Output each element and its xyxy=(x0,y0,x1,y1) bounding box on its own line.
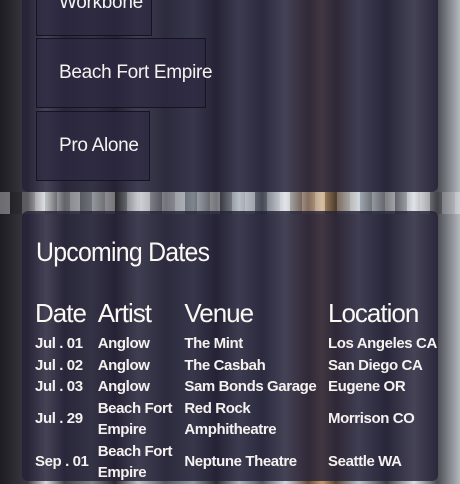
cell-date: Jul . 03 xyxy=(35,378,83,395)
cell-location: Los Angeles CA xyxy=(328,335,437,352)
section-title: Upcoming Dates xyxy=(36,237,210,267)
cell-artist: Anglow xyxy=(98,355,185,377)
cell-venue: The Casbah xyxy=(184,355,328,377)
cell-venue-line: Amphitheatre xyxy=(184,421,277,438)
upcoming-dates-panel: Upcoming Dates Date Artist Venue Locatio… xyxy=(22,211,438,481)
table-row: Jul . 29 Beach Fort Empire Red Rock Amphithe… xyxy=(35,398,438,441)
dates-table-body: Jul . 01 Anglow The Mint Los Angeles CA Jul … xyxy=(35,331,438,484)
album-button-workbone[interactable]: Workbone xyxy=(36,0,152,36)
table-row: Jul . 03 Anglow Sam Bonds Garage Eugene OR xyxy=(35,376,438,398)
cell-date: Sep . 01 xyxy=(35,453,89,471)
cell-venue-line: Neptune Theatre xyxy=(184,453,297,471)
cell-venue: Neptune Theatre xyxy=(184,441,328,484)
cell-artist: Beach Fort Empire xyxy=(98,441,185,484)
cell-venue-line: Sam Bonds Garage xyxy=(184,378,317,395)
cell-artist: Anglow xyxy=(98,376,185,398)
cell-artist-line: Beach Fort xyxy=(97,442,173,460)
album-button-label: Workbone xyxy=(59,0,143,13)
table-header-row: Date Artist Venue Location xyxy=(35,287,438,331)
album-button-beach-fort-empire[interactable]: Beach Fort Empire xyxy=(36,38,213,108)
cell-artist-line: Beach Fort xyxy=(97,399,173,417)
cell-location: Seattle WA xyxy=(328,453,402,471)
cell-artist: Anglow xyxy=(98,331,185,355)
column-header-venue: Venue xyxy=(184,298,254,328)
column-header-artist: Artist xyxy=(97,298,152,328)
cell-location: Eugene OR xyxy=(328,378,406,395)
cell-artist-line: Anglow xyxy=(97,335,150,352)
table-row: Sep . 01 Beach Fort Empire Neptune Theatre S… xyxy=(35,441,438,484)
cell-artist-line: Empire xyxy=(97,421,147,438)
cell-venue-line: Red Rock xyxy=(184,399,251,417)
dates-table: Date Artist Venue Location Jul . 01 Anglo… xyxy=(35,287,438,484)
cell-location: Morrison CO xyxy=(328,410,415,428)
albums-panel: Workbone Beach Fort Empire Pro Alone xyxy=(22,0,438,192)
cell-artist: Beach Fort Empire xyxy=(98,398,185,441)
cell-date: Jul . 02 xyxy=(35,356,83,374)
cell-venue-line: The Casbah xyxy=(184,356,266,374)
cell-artist-line: Anglow xyxy=(97,356,150,374)
album-button-label: Beach Fort Empire xyxy=(59,62,213,83)
cell-location: San Diego CA xyxy=(328,356,423,374)
table-row: Jul . 01 Anglow The Mint Los Angeles CA xyxy=(35,331,438,355)
cell-date: Jul . 29 xyxy=(35,410,83,428)
cell-venue: The Mint xyxy=(184,331,328,355)
cell-venue: Sam Bonds Garage xyxy=(184,376,328,398)
cell-artist-line: Anglow xyxy=(97,378,150,395)
cell-artist-line: Empire xyxy=(97,464,147,481)
cell-venue-line: The Mint xyxy=(184,335,243,352)
column-header-location: Location xyxy=(328,298,419,328)
album-button-pro-alone[interactable]: Pro Alone xyxy=(36,111,150,181)
album-button-label: Pro Alone xyxy=(59,135,139,156)
table-row: Jul . 02 Anglow The Casbah San Diego CA xyxy=(35,355,438,377)
column-header-date: Date xyxy=(35,298,87,328)
cell-venue: Red Rock Amphitheatre xyxy=(184,398,328,441)
cell-date: Jul . 01 xyxy=(35,335,83,352)
